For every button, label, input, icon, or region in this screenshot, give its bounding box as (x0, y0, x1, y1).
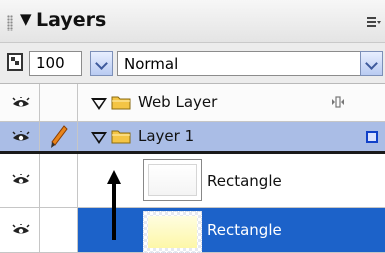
folder-icon (111, 130, 131, 144)
object-thumbnail (143, 211, 202, 253)
object-thumbnail (143, 159, 202, 201)
object-row-rectangle-selected[interactable]: Rectangle (0, 208, 385, 253)
collapse-triangle-icon[interactable]: ▼ (20, 10, 32, 28)
blend-mode-dropdown-button[interactable] (360, 51, 383, 76)
eye-icon (12, 97, 30, 107)
blend-mode-select[interactable]: Normal (117, 51, 360, 76)
visibility-toggle[interactable] (0, 122, 40, 151)
panel-header[interactable]: ▼ Layers (0, 0, 385, 43)
pencil-icon (51, 125, 68, 148)
layer-controls: 100 Normal (0, 43, 385, 84)
opacity-dropdown-button[interactable] (90, 51, 113, 76)
panel-grip-icon[interactable] (7, 15, 13, 31)
visibility-toggle[interactable] (0, 84, 40, 121)
edit-lock-column[interactable] (40, 122, 78, 151)
layer-row-layer-1[interactable]: Layer 1 (0, 122, 385, 154)
drag-up-arrow-icon (107, 170, 121, 240)
object-label: Rectangle (207, 172, 282, 190)
edit-lock-column[interactable] (40, 154, 78, 207)
visibility-toggle[interactable] (0, 208, 40, 252)
eye-icon (12, 224, 30, 234)
edit-lock-column[interactable] (40, 84, 78, 121)
panel-options-icon[interactable] (367, 16, 381, 30)
eye-icon (12, 174, 30, 184)
expand-triangle-icon[interactable] (91, 98, 107, 110)
opacity-icon (7, 53, 23, 71)
layer-label: Layer 1 (138, 127, 195, 145)
layer-color-swatch[interactable] (366, 131, 378, 143)
folder-icon (111, 96, 131, 110)
visibility-toggle[interactable] (0, 154, 40, 207)
edit-lock-column[interactable] (40, 208, 78, 252)
eye-icon (12, 131, 30, 141)
panel-title: Layers (36, 9, 107, 31)
object-label: Rectangle (207, 221, 282, 239)
layers-panel: ▼ Layers 100 Normal Web Layer Layer 1 Re… (0, 0, 385, 253)
layer-row-web-layer[interactable]: Web Layer (0, 84, 385, 122)
layer-label: Web Layer (138, 93, 218, 111)
opacity-input[interactable]: 100 (29, 51, 82, 76)
expand-triangle-icon[interactable] (91, 132, 107, 144)
web-layer-icon (332, 96, 344, 108)
object-row-rectangle[interactable]: Rectangle (0, 154, 385, 208)
